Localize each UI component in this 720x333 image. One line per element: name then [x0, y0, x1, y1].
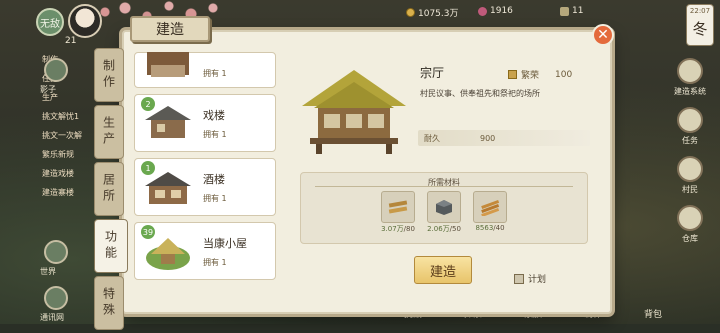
plan-checkbox[interactable]	[514, 273, 524, 284]
close-button[interactable]: ✕	[592, 24, 614, 46]
plan-toggle[interactable]: 计划	[514, 272, 546, 285]
right-hud-label: 仓库	[682, 234, 698, 243]
left-icon-label: 世界	[40, 267, 56, 276]
prosperity-label: 繁荣	[521, 71, 540, 81]
right-hud-label: 村民	[682, 185, 698, 194]
resource-rice[interactable]: 11	[560, 6, 583, 16]
close-icon: ✕	[597, 27, 609, 43]
building-list[interactable]: 拥有 1 2 戏楼 拥有 1 1 酒楼 拥有 1 39 当康小屋 拥有 1	[134, 52, 280, 282]
list-item[interactable]: 1 酒楼 拥有 1	[134, 158, 276, 216]
right-hud-warehouse[interactable]: 仓库	[670, 205, 710, 244]
top-hud: 无敌 21 1075.3万 1916 11 22:07 冬	[0, 0, 720, 46]
building-name: 戏楼	[203, 108, 225, 122]
building-preview-image	[296, 62, 412, 158]
list-item[interactable]: 39 当康小屋 拥有 1	[134, 222, 276, 280]
prosperity-icon	[508, 70, 517, 79]
prosperity-stat: 繁荣 100	[508, 68, 572, 81]
material-have: 8563	[475, 224, 494, 232]
right-hud-label: 建造系统	[674, 87, 706, 96]
coin-icon	[406, 8, 415, 17]
shadow-icon[interactable]	[44, 58, 68, 82]
building-thumbnail	[141, 52, 195, 93]
material-have: 3.07万	[381, 225, 404, 233]
right-hud-build-system[interactable]: 建造系统	[670, 58, 710, 97]
avatar[interactable]	[68, 4, 102, 38]
resource-gems[interactable]: 1916	[478, 6, 513, 16]
durability-stat: 耐久 900	[418, 130, 590, 146]
build-button[interactable]: 建造	[414, 256, 472, 284]
material-have: 2.06万	[427, 225, 450, 233]
warehouse-icon	[677, 205, 703, 231]
divider	[315, 186, 573, 187]
material-count: 8563/40	[473, 224, 507, 232]
season-label: 冬	[692, 20, 708, 38]
list-item[interactable]: 拥有 1	[134, 52, 276, 88]
right-hud-label: 任务	[682, 136, 698, 145]
material-item[interactable]: 3.07万/80	[381, 191, 415, 234]
bottom-item-bag[interactable]: 背包	[644, 307, 662, 320]
level-badge: 2	[141, 97, 155, 111]
gem-icon	[478, 6, 487, 16]
left-icon-label: 影子	[40, 85, 56, 94]
level-badge: 39	[141, 225, 155, 239]
resource-rice-value: 11	[572, 6, 584, 16]
owned-count: 拥有 1	[203, 129, 227, 139]
tab-production[interactable]: 生产	[94, 105, 124, 159]
tasks-icon	[677, 107, 703, 133]
resource-gems-value: 1916	[490, 6, 513, 16]
rice-icon	[560, 6, 569, 16]
list-item[interactable]: 2 戏楼 拥有 1	[134, 94, 276, 152]
right-hud-tasks[interactable]: 任务	[670, 107, 710, 146]
modal-title: 建造	[130, 16, 210, 42]
owned-count: 拥有 1	[203, 68, 227, 78]
resource-coins[interactable]: 1075.3万	[406, 6, 459, 19]
left-icon-label: 通讯网	[40, 313, 64, 322]
building-name: 酒楼	[203, 172, 225, 186]
durability-label: 耐久	[424, 133, 440, 143]
building-detail-name: 宗厅	[420, 66, 445, 80]
bamboo-bundle-icon	[473, 191, 507, 223]
right-hud: 建造系统 任务 村民 仓库	[666, 58, 714, 254]
tab-special[interactable]: 特殊	[94, 276, 124, 330]
material-need: /50	[449, 225, 461, 233]
clock-season-box[interactable]: 22:07 冬	[686, 4, 714, 46]
material-count: 2.06万/50	[427, 224, 461, 234]
plan-label: 计划	[528, 275, 547, 285]
category-tabs: 制作 生产 居所 功能 特殊	[94, 48, 130, 333]
clock-time: 22:07	[689, 7, 711, 15]
wood-plank-icon	[381, 191, 415, 223]
build-system-icon	[677, 58, 703, 84]
villagers-icon	[677, 156, 703, 182]
material-item[interactable]: 8563/40	[473, 191, 507, 232]
level-badge: 1	[141, 161, 155, 175]
stone-block-icon	[427, 191, 461, 223]
material-need: /40	[493, 224, 505, 232]
building-description: 村民议事、供奉祖先和祭祀的场所	[420, 89, 540, 98]
owned-count: 拥有 1	[203, 193, 227, 203]
right-hud-villagers[interactable]: 村民	[670, 156, 710, 195]
tab-residence[interactable]: 居所	[94, 162, 124, 216]
material-item[interactable]: 2.06万/50	[427, 191, 461, 234]
tab-craft[interactable]: 制作	[94, 48, 124, 102]
prosperity-value: 100	[555, 69, 573, 80]
material-need: /80	[403, 225, 415, 233]
durability-value: 900	[480, 133, 496, 143]
materials-panel: 所需材料 3.07万/80 2.06万/50 8563/40	[300, 172, 588, 244]
resource-coins-value: 1075.3万	[418, 9, 459, 19]
player-level: 21	[65, 36, 77, 46]
material-count: 3.07万/80	[381, 224, 415, 234]
world-icon[interactable]	[44, 240, 68, 264]
building-name: 当康小屋	[203, 236, 247, 250]
network-icon[interactable]	[44, 286, 68, 310]
owned-count: 拥有 1	[203, 257, 227, 267]
tab-function[interactable]: 功能	[94, 219, 128, 273]
rank-badge[interactable]: 无敌	[36, 8, 64, 36]
